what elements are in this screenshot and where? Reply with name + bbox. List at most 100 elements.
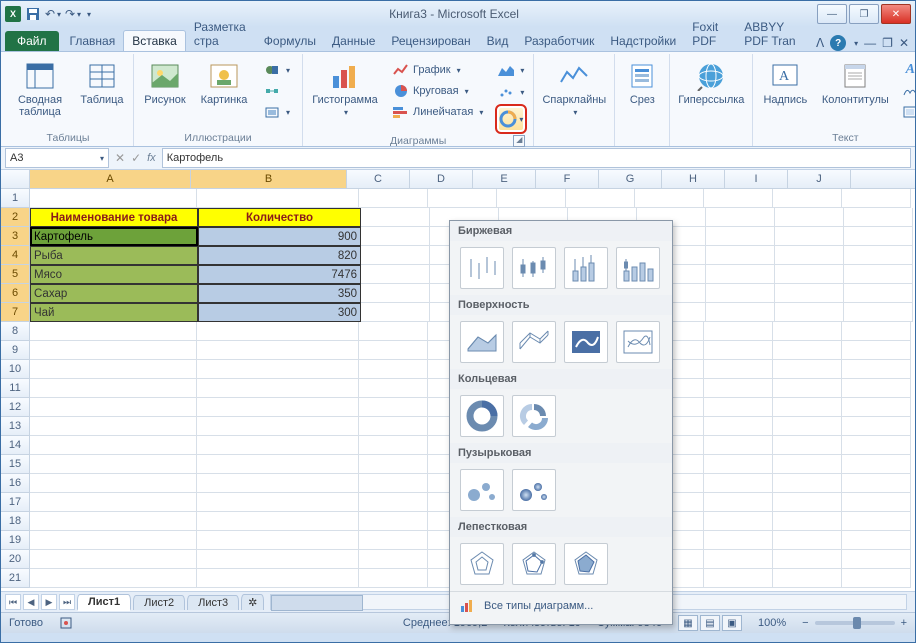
cell[interactable]	[497, 189, 566, 208]
cell[interactable]	[197, 341, 359, 360]
cell[interactable]	[775, 265, 844, 284]
cell[interactable]: Мясо	[30, 265, 198, 284]
radar-chart-3[interactable]	[564, 543, 608, 585]
sheet-nav-next[interactable]: ▶	[41, 594, 57, 610]
cell[interactable]	[359, 322, 428, 341]
cell[interactable]	[773, 512, 842, 531]
row-header[interactable]: 12	[1, 398, 30, 417]
name-box[interactable]: A3▾	[5, 148, 109, 168]
cell[interactable]	[30, 455, 197, 474]
bubble-chart-2[interactable]	[512, 469, 556, 511]
cell[interactable]	[704, 512, 773, 531]
cell[interactable]: 820	[198, 246, 361, 265]
cell[interactable]	[197, 531, 359, 550]
cell[interactable]	[359, 474, 428, 493]
cell[interactable]	[361, 208, 430, 227]
smartart-button[interactable]	[258, 81, 296, 101]
cell[interactable]	[842, 512, 911, 531]
cell[interactable]	[773, 417, 842, 436]
cell[interactable]: Наименование товара	[30, 208, 198, 227]
row-header[interactable]: 21	[1, 569, 30, 588]
row-header[interactable]: 5	[1, 265, 30, 284]
cell[interactable]	[359, 455, 428, 474]
maximize-button[interactable]: ❐	[849, 4, 879, 24]
redo-icon[interactable]: ↷▾	[65, 6, 81, 22]
cell[interactable]	[704, 322, 773, 341]
cell[interactable]	[30, 493, 197, 512]
tab-view[interactable]: Вид	[479, 31, 517, 51]
cell[interactable]	[842, 455, 911, 474]
cell[interactable]	[844, 246, 913, 265]
row-header[interactable]: 18	[1, 512, 30, 531]
new-sheet-button[interactable]: ✲	[241, 594, 264, 610]
surface-chart-2[interactable]	[512, 321, 556, 363]
surface-chart-3[interactable]	[564, 321, 608, 363]
sheet-nav-prev[interactable]: ◀	[23, 594, 39, 610]
cell[interactable]	[30, 360, 197, 379]
zoom-in-icon[interactable]: +	[901, 617, 907, 629]
row-header[interactable]: 19	[1, 531, 30, 550]
tab-foxit[interactable]: Foxit PDF	[684, 17, 736, 51]
surface-chart-1[interactable]	[460, 321, 504, 363]
cell[interactable]	[359, 512, 428, 531]
cell[interactable]	[704, 493, 773, 512]
cell[interactable]	[704, 341, 773, 360]
cell[interactable]	[704, 360, 773, 379]
other-charts-button[interactable]: ▾	[495, 104, 527, 134]
cell[interactable]: Картофель	[30, 227, 198, 246]
sheet-tab-1[interactable]: Лист1	[77, 594, 131, 611]
cell[interactable]	[775, 227, 844, 246]
cell[interactable]	[197, 493, 359, 512]
shapes-button[interactable]: ▾	[258, 60, 296, 80]
cell[interactable]	[197, 189, 359, 208]
cell[interactable]	[361, 246, 430, 265]
cell[interactable]	[30, 474, 197, 493]
cell[interactable]	[30, 569, 197, 588]
col-header-B[interactable]: B	[191, 170, 347, 188]
cell[interactable]	[773, 455, 842, 474]
cell[interactable]	[361, 265, 430, 284]
save-icon[interactable]	[25, 6, 41, 22]
tab-home[interactable]: Главная	[62, 31, 124, 51]
cell[interactable]	[359, 379, 428, 398]
file-tab[interactable]: Файл	[5, 31, 59, 51]
cell[interactable]	[775, 284, 844, 303]
cell[interactable]	[197, 550, 359, 569]
cell[interactable]	[704, 379, 773, 398]
cell[interactable]	[361, 284, 430, 303]
zoom-slider[interactable]: − +	[802, 617, 907, 629]
close-button[interactable]: ✕	[881, 4, 911, 24]
cell[interactable]	[566, 189, 635, 208]
cell[interactable]	[361, 227, 430, 246]
row-header[interactable]: 15	[1, 455, 30, 474]
doc-minimize-icon[interactable]: —	[864, 36, 876, 50]
col-header-G[interactable]: G	[599, 170, 662, 188]
cell[interactable]	[197, 455, 359, 474]
cell[interactable]	[704, 569, 773, 588]
cell[interactable]	[842, 436, 911, 455]
tab-addins[interactable]: Надстройки	[602, 31, 684, 51]
cell[interactable]	[773, 436, 842, 455]
cell[interactable]	[706, 246, 775, 265]
cell[interactable]	[30, 550, 197, 569]
macro-record-icon[interactable]	[59, 616, 73, 630]
cell[interactable]	[706, 265, 775, 284]
screenshot-button[interactable]: ▾	[258, 102, 296, 122]
textbox-button[interactable]: A Надпись	[759, 58, 811, 108]
table-button[interactable]: Таблица	[77, 58, 127, 108]
sheet-tab-2[interactable]: Лист2	[133, 595, 185, 610]
doughnut-chart-2[interactable]	[512, 395, 556, 437]
row-header[interactable]: 6	[1, 284, 30, 303]
cell[interactable]	[197, 436, 359, 455]
tab-formulas[interactable]: Формулы	[256, 31, 324, 51]
cell[interactable]	[773, 189, 842, 208]
bubble-chart-1[interactable]	[460, 469, 504, 511]
cell[interactable]	[359, 550, 428, 569]
cell[interactable]	[844, 208, 913, 227]
cell[interactable]	[359, 360, 428, 379]
select-all-corner[interactable]	[1, 170, 30, 188]
cell[interactable]	[842, 474, 911, 493]
cancel-formula-icon[interactable]: ✕	[115, 151, 125, 165]
cell[interactable]: 7476	[198, 265, 361, 284]
cell[interactable]	[842, 398, 911, 417]
